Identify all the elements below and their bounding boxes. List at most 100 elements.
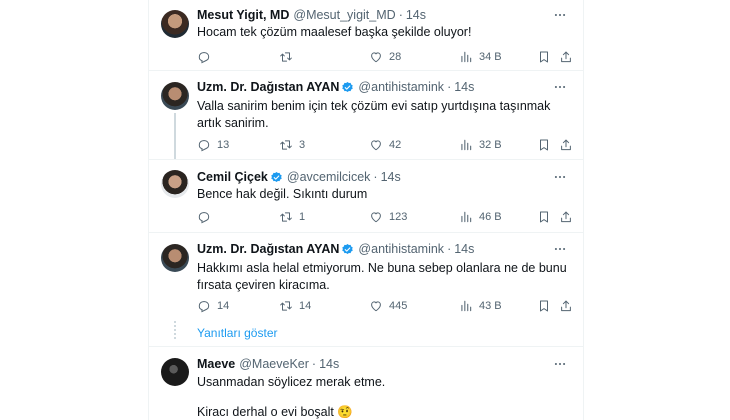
like-button[interactable]: 42 [369,136,401,154]
views-button[interactable]: 34 B [459,48,502,66]
thread-connector [174,113,176,159]
separator-dot: · [447,80,452,94]
avatar[interactable] [161,244,189,272]
views-icon [461,139,472,151]
retweet-icon [280,212,292,222]
tweet-header: Uzm. Dr. Dağıstan AYAN @antihistamink · … [197,240,474,258]
separator-dot: · [311,357,317,371]
like-button[interactable]: 445 [369,297,407,315]
reply-button[interactable]: 14 [197,297,229,315]
more-icon[interactable] [551,6,569,24]
tweet-5[interactable]: Maeve @MaeveKer · 14s Usanmadan söylicez… [149,347,583,420]
views-count: 43 B [479,300,502,312]
like-count: 123 [389,211,408,223]
reply-icon [198,301,210,313]
views-count: 46 B [479,211,502,223]
views-button[interactable]: 43 B [459,297,502,315]
like-button[interactable]: 123 [369,208,407,226]
more-icon[interactable] [551,168,569,186]
author-handle[interactable]: @antihistamink [358,240,444,258]
bookmark-button[interactable] [537,48,557,66]
author-handle[interactable]: @MaeveKer [239,355,309,373]
retweet-icon [280,52,292,62]
bookmark-icon [540,300,548,312]
share-icon [561,51,571,63]
avatar[interactable] [161,358,189,386]
verified-badge-icon [342,243,354,254]
bookmark-button[interactable] [537,136,557,154]
tweet-header: Maeve @MaeveKer · 14s [197,355,339,373]
more-icon[interactable] [551,78,569,96]
timestamp[interactable]: 14s [454,240,474,258]
reply-thread: Mesut Yigit, MD @Mesut_yigit_MD · 14s Ho… [148,0,584,420]
author-handle[interactable]: @avcemilcicek [287,168,371,186]
share-button[interactable] [559,136,579,154]
tweet-4[interactable]: Uzm. Dr. Dağıstan AYAN @antihistamink · … [149,233,583,346]
reply-button[interactable]: 13 [197,136,229,154]
share-button[interactable] [559,297,579,315]
like-icon [371,52,381,63]
tweet-text: Usanmadan söylicez merak etme. [197,375,386,389]
emoji: 🤨 [337,404,353,419]
like-icon [371,140,381,151]
share-icon [561,300,571,312]
like-count: 445 [389,300,408,312]
author-handle[interactable]: @antihistamink [358,78,444,96]
show-replies-link[interactable]: Yanıtları göster [197,326,277,340]
retweet-count: 14 [299,300,312,312]
avatar[interactable] [161,10,189,38]
timestamp[interactable]: 14s [454,78,474,96]
retweet-button[interactable]: 1 [279,208,305,226]
views-count: 32 B [479,139,502,151]
author-handle[interactable]: @Mesut_yigit_MD [293,6,395,24]
reply-icon [198,140,210,152]
reply-button[interactable] [197,208,217,226]
reply-count: 14 [217,300,230,312]
share-button[interactable] [559,208,579,226]
like-icon [371,301,381,312]
separator-dot: · [398,8,403,22]
like-button[interactable]: 28 [369,48,401,66]
tweet-text: Hocam tek çözüm maalesef başka şekilde o… [197,25,472,39]
timestamp[interactable]: 14s [319,355,339,373]
author-name[interactable]: Mesut Yigit, MD [197,6,289,24]
bookmark-button[interactable] [537,297,557,315]
tweet-3[interactable]: Cemil Çiçek @avcemilcicek · 14s Bence ha… [149,160,583,232]
bookmark-button[interactable] [537,208,557,226]
tweet-text: Valla sanirim benim için tek çözüm evi s… [197,99,551,130]
timestamp[interactable]: 14s [406,6,426,24]
timestamp[interactable]: 14s [381,168,401,186]
reply-icon [198,212,210,224]
like-icon [371,212,381,223]
verified-badge-icon [271,171,282,182]
separator-dot: · [373,170,378,184]
tweet-text-line-2: Kiracı derhal o evi boşalt 🤨 [197,403,567,420]
bookmark-icon [540,211,548,223]
like-count: 28 [389,51,402,63]
author-name[interactable]: Uzm. Dr. Dağıstan AYAN [197,240,339,258]
more-icon[interactable] [551,240,569,258]
retweet-button[interactable]: 14 [279,297,311,315]
tweet-actions: 14 14 445 43 B [197,297,571,315]
tweet-1[interactable]: Mesut Yigit, MD @Mesut_yigit_MD · 14s Ho… [149,0,583,70]
author-name[interactable]: Uzm. Dr. Dağıstan AYAN [197,78,339,96]
tweet-2[interactable]: Uzm. Dr. Dağıstan AYAN @antihistamink · … [149,71,583,159]
share-button[interactable] [559,48,579,66]
tweet-text: Bence hak değil. Sıkıntı durum [197,187,368,201]
tweet-header: Mesut Yigit, MD @Mesut_yigit_MD · 14s [197,6,426,24]
avatar[interactable] [161,82,189,110]
views-button[interactable]: 46 B [459,208,502,226]
reply-count: 13 [217,139,230,151]
retweet-button[interactable]: 3 [279,136,305,154]
more-icon[interactable] [551,355,569,373]
retweet-button[interactable] [279,48,299,66]
tweet-text: Hakkımı asla helal etmiyorum. Ne buna se… [197,261,567,292]
separator-dot: · [447,242,452,256]
reply-button[interactable] [197,48,217,66]
tweet-actions: 1 123 46 B [197,208,571,226]
avatar[interactable] [161,170,189,198]
author-name[interactable]: Cemil Çiçek [197,168,268,186]
views-button[interactable]: 32 B [459,136,502,154]
views-icon [461,211,472,223]
author-name[interactable]: Maeve [197,355,235,373]
